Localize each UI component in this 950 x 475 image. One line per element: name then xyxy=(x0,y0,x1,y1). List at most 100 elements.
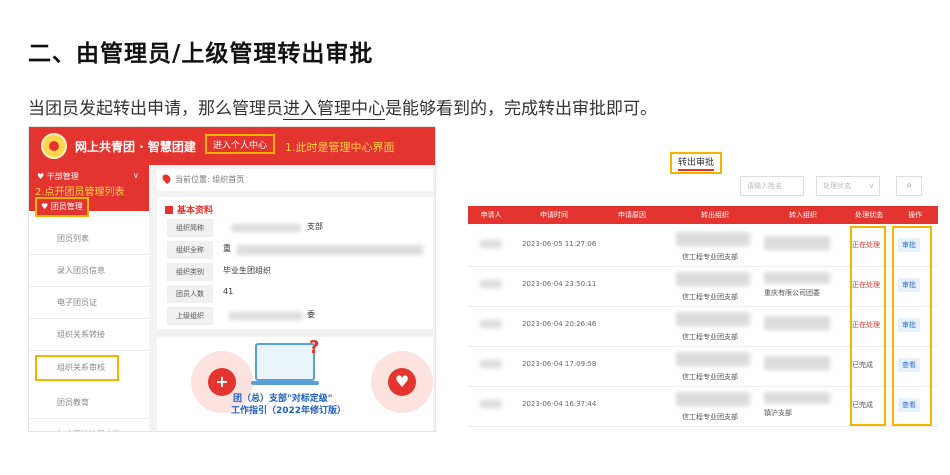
apply-time: 2023-06-04 20:26:46 xyxy=(522,320,597,328)
menu-item[interactable]: 年度团籍注册审批 xyxy=(29,419,149,431)
info-key: 团员人数 xyxy=(167,285,213,303)
redacted-org xyxy=(676,392,750,406)
column-header: 处理状态 xyxy=(855,211,883,219)
info-value: 支部 xyxy=(307,222,323,231)
info-row: 组织全称 重 xyxy=(167,241,427,261)
redacted-value xyxy=(237,245,423,255)
redacted-org xyxy=(676,232,750,246)
sidebar-item-member-management[interactable]: ♥ 团员管理 xyxy=(35,197,89,217)
info-row: 组织类别 毕业生团组织 xyxy=(167,263,427,283)
from-org: 信工程专业团支部 xyxy=(682,373,738,381)
info-value: 41 xyxy=(223,287,234,296)
redacted-name xyxy=(480,400,502,408)
from-org: 信工程专业团支部 xyxy=(682,293,738,301)
search-icon: ⌕ xyxy=(906,180,912,191)
redacted-org xyxy=(676,312,750,326)
basic-info-panel: 基本资料 组织简称 支部 组织全称 重 组织类别 毕业生团组织 团员人数 41 … xyxy=(157,197,433,329)
status-select[interactable]: 处理状态 ∨ xyxy=(816,176,880,196)
from-org: 信工程专业团支部 xyxy=(682,253,738,261)
guide-title-line2: 工作指引（2022年修订版） xyxy=(231,406,347,416)
column-header: 申请原因 xyxy=(618,211,646,219)
management-center-screenshot: 网上共青团 · 智慧团建 进入个人中心 1.此时是管理中心界面 ♥ 干部管理 ∨… xyxy=(28,126,436,432)
quick-card-members[interactable]: ♥ xyxy=(371,351,433,413)
info-row: 团员人数 41 xyxy=(167,285,427,305)
brand-title: 网上共青团 · 智慧团建 xyxy=(75,140,196,154)
redacted-name xyxy=(480,360,502,368)
info-key: 组织全称 xyxy=(167,241,213,259)
status-column-highlight xyxy=(850,226,886,426)
info-value: 委 xyxy=(307,310,315,319)
section-heading: 二、由管理员/上级管理转出审批 xyxy=(28,41,374,67)
location-pin-icon xyxy=(160,172,173,185)
info-row: 组织简称 支部 xyxy=(167,219,427,239)
personal-center-button[interactable]: 进入个人中心 xyxy=(205,134,276,154)
search-button[interactable]: ⌕ xyxy=(896,176,922,196)
people-icon: ♥ xyxy=(388,368,416,396)
question-icon: ? xyxy=(309,337,320,358)
laptop-icon xyxy=(251,343,319,385)
chevron-down-icon: ∨ xyxy=(868,182,874,190)
quick-cards: + ? 团（总）支部"对标定级" 工作指引（2022年修订版） ♥ xyxy=(157,337,433,431)
info-value: 重 xyxy=(223,244,231,253)
intro-text-before: 当团员发起转出申请，那么管理员 xyxy=(28,99,283,119)
redacted-org xyxy=(764,236,830,250)
menu-item[interactable]: 团员列表 xyxy=(29,223,149,255)
redacted-org xyxy=(764,316,830,330)
info-key: 组织简称 xyxy=(167,219,213,237)
redacted-org xyxy=(764,356,830,370)
redacted-name xyxy=(480,280,502,288)
apply-time: 2023-06-04 23:50:11 xyxy=(522,280,597,288)
intro-text-after: 是能够看到的，完成转出审批即可。 xyxy=(385,99,657,119)
column-header: 申请人 xyxy=(480,211,502,219)
management-center-link[interactable]: 进入管理中心 xyxy=(283,99,385,120)
tab-transfer-approval[interactable]: 转出审批 xyxy=(670,152,723,174)
from-org: 信工程专业团支部 xyxy=(682,333,738,341)
info-key: 上级组织 xyxy=(167,307,213,325)
sidebar-item-cadre[interactable]: ♥ 干部管理 xyxy=(37,171,79,182)
sidebar-item-cadre-label: 干部管理 xyxy=(46,172,79,181)
people-icon: ♥ xyxy=(37,172,47,181)
panel-title: 基本资料 xyxy=(165,203,213,216)
redacted-org xyxy=(764,392,830,404)
menu-item[interactable]: 录入团员信息 xyxy=(29,255,149,287)
column-header: 申请时间 xyxy=(540,211,568,219)
column-header: 转出组织 xyxy=(701,211,729,219)
redacted-org xyxy=(676,352,750,366)
annotation-step1: 1.此时是管理中心界面 xyxy=(285,141,395,154)
redacted-value xyxy=(229,312,303,320)
apply-time: 2023-06-05 11:27:06 xyxy=(522,240,597,248)
menu-item[interactable]: 团员教育 xyxy=(29,387,149,419)
plus-icon: + xyxy=(208,368,236,396)
people-icon: ♥ xyxy=(41,202,51,211)
info-value: 毕业生团组织 xyxy=(223,266,271,275)
column-header: 操作 xyxy=(908,211,922,219)
action-column-highlight xyxy=(892,226,932,426)
column-header: 转入组织 xyxy=(789,211,817,219)
transfer-approval-screenshot: 转出审批 请输入姓名 处理状态 ∨ ⌕ 申请人 申请时间 申请原因 转出组织 转入… xyxy=(464,150,942,432)
intro-paragraph: 当团员发起转出申请，那么管理员进入管理中心是能够看到的，完成转出审批即可。 xyxy=(28,94,657,120)
breadcrumb-text: 当前位置: 组织首页 xyxy=(175,175,245,184)
league-logo-icon xyxy=(41,133,67,159)
to-org: 镇沪支部 xyxy=(764,409,792,417)
chevron-down-icon: ∨ xyxy=(133,171,139,180)
redacted-org xyxy=(676,272,750,286)
redacted-name xyxy=(480,320,502,328)
apply-time: 2023-06-04 16:37:44 xyxy=(522,400,597,408)
chevron-up-icon: ∧ xyxy=(133,201,139,210)
sidebar: ♥ 干部管理 ∨ 2.点开团员管理列表 ♥ 团员管理 ∧ 团员列表 录入团员信息… xyxy=(29,165,149,431)
redacted-org xyxy=(764,272,830,284)
apply-time: 2023-06-04 17:09:58 xyxy=(522,360,597,368)
menu-item[interactable]: 组织关系转接 xyxy=(29,319,149,351)
to-org: 重庆有限公司团委 xyxy=(764,289,820,297)
menu-item-transfer-review[interactable]: 组织关系审核 xyxy=(35,355,119,381)
breadcrumb: 当前位置: 组织首页 xyxy=(157,169,433,191)
info-row: 上级组织 委 xyxy=(167,307,427,327)
redacted-value xyxy=(231,224,301,232)
name-search-input[interactable]: 请输入姓名 xyxy=(740,176,804,196)
table-header: 申请人 申请时间 申请原因 转出组织 转入组织 处理状态 操作 xyxy=(468,206,938,224)
annotation-step2: 2.点开团员管理列表 xyxy=(35,187,125,198)
menu-item[interactable]: 电子团员证 xyxy=(29,287,149,319)
from-org: 信工程专业团支部 xyxy=(682,413,738,421)
top-header: 网上共青团 · 智慧团建 进入个人中心 1.此时是管理中心界面 xyxy=(29,127,435,165)
sidebar-item-member-label: 团员管理 xyxy=(50,202,83,211)
